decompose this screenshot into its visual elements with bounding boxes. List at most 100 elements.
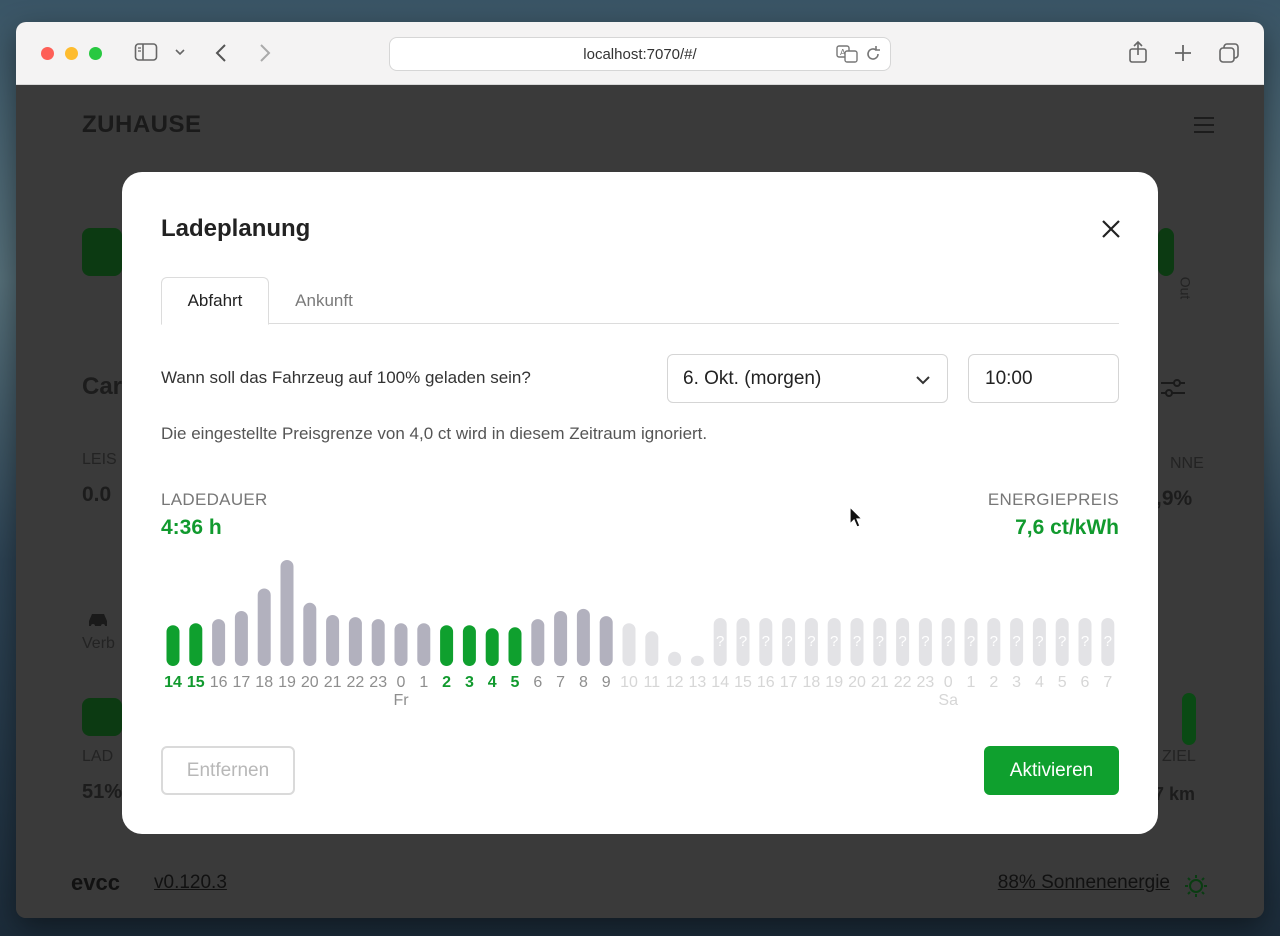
solar-value-fragment: ,9%: [1156, 487, 1193, 510]
sidebar-toggle-icon[interactable]: [134, 42, 158, 62]
forward-arrow-icon[interactable]: [258, 42, 272, 64]
unknown-price-marker: ?: [898, 633, 906, 650]
unknown-price-marker: ?: [739, 633, 747, 650]
chart-hour-label: 3: [465, 674, 474, 691]
zoom-window-button[interactable]: [89, 47, 102, 60]
chart-bar[interactable]: [417, 623, 431, 666]
chart-bar[interactable]: [257, 588, 271, 667]
chart-hour-label: 1: [967, 674, 976, 691]
minimize-window-button[interactable]: [65, 47, 78, 60]
soc-target-handle: [1182, 693, 1196, 745]
hamburger-menu-icon[interactable]: [1194, 117, 1214, 138]
share-icon[interactable]: [1128, 40, 1148, 64]
tab-abfahrt[interactable]: Abfahrt: [161, 277, 269, 325]
chart-bar[interactable]: [440, 625, 454, 666]
chart-bar[interactable]: [690, 655, 704, 666]
close-window-button[interactable]: [41, 47, 54, 60]
url-text: localhost:7070/#/: [583, 45, 697, 63]
chart-hour-label: 4: [1035, 674, 1044, 691]
chart-hour-label: 9: [602, 674, 611, 691]
chart-hour-label: 11: [643, 674, 660, 691]
chart-hour-label: 22: [894, 674, 912, 691]
chart-hour-label: 0: [944, 674, 953, 691]
chart-hour-label: 6: [1081, 674, 1090, 691]
chart-hour-label: 16: [210, 674, 228, 691]
new-tab-icon[interactable]: [1173, 43, 1193, 63]
chart-bar[interactable]: [371, 619, 385, 666]
chart-hour-label: 16: [757, 674, 775, 691]
unknown-price-marker: ?: [830, 633, 838, 650]
soc-value-fragment: 51%: [82, 781, 123, 803]
chart-bar[interactable]: [576, 608, 590, 666]
duration-label: LADEDAUER: [161, 490, 268, 509]
unknown-price-marker: ?: [807, 633, 815, 650]
soc-bar-fragment: [82, 698, 122, 736]
charging-plan-modal: Ladeplanung Abfahrt Ankunft Wann soll da…: [122, 172, 1158, 834]
price-value: 7,6 ct/kWh: [1015, 516, 1119, 539]
tab-ankunft[interactable]: Ankunft: [269, 277, 379, 324]
chart-bar[interactable]: [531, 619, 545, 666]
target-question: Wann soll das Fahrzeug auf 100% geladen …: [161, 368, 531, 387]
chart-bar[interactable]: [166, 625, 180, 666]
chart-bar[interactable]: [280, 560, 294, 666]
chart-bar[interactable]: [668, 651, 682, 666]
chart-bar[interactable]: [189, 623, 203, 666]
mouse-cursor-icon: [849, 505, 865, 535]
reload-icon[interactable]: [864, 44, 882, 68]
browser-toolbar: localhost:7070/#/ A: [16, 22, 1264, 85]
version-link[interactable]: v0.120.3: [154, 872, 227, 894]
date-select[interactable]: 6. Okt. (morgen): [667, 354, 948, 403]
chart-bar[interactable]: [485, 628, 499, 666]
chart-hour-label: 7: [556, 674, 565, 691]
chart-hour-label: 19: [825, 674, 843, 691]
time-input[interactable]: 10:00: [968, 354, 1119, 403]
chart-hour-label: 14: [711, 674, 729, 691]
mode-button-fragment: [82, 228, 122, 276]
chart-bar[interactable]: [212, 619, 226, 666]
chart-bar[interactable]: [394, 623, 408, 666]
chart-day-label: Sa: [938, 692, 958, 709]
chart-hour-label: 19: [278, 674, 296, 691]
unknown-price-marker: ?: [853, 633, 861, 650]
chart-bar[interactable]: [622, 623, 636, 666]
price-plan-chart: 14 15 16 17 18 19 20 21 22 23 0 1 2 3 4 5 6 7 8 9 10 11 12 13?1…: [164, 560, 1115, 709]
chart-bar[interactable]: [234, 611, 248, 666]
chart-hour-label: 17: [780, 674, 798, 691]
tab-overview-icon[interactable]: [1218, 42, 1240, 64]
solar-share-link[interactable]: 88% Sonnenenergie: [998, 872, 1170, 894]
chart-hour-label: 23: [369, 674, 387, 691]
close-icon[interactable]: [1100, 218, 1122, 240]
chart-hour-label: 13: [689, 674, 707, 691]
chart-bar[interactable]: [348, 617, 362, 666]
chart-hour-label: 8: [579, 674, 588, 691]
back-arrow-icon[interactable]: [214, 42, 228, 64]
evcc-logo: evcc: [71, 870, 120, 895]
car-icon: [86, 611, 110, 634]
chart-bar[interactable]: [326, 615, 340, 666]
unknown-price-marker: ?: [876, 633, 884, 650]
chart-bar[interactable]: [303, 602, 317, 666]
chart-bar[interactable]: [462, 625, 476, 666]
chart-hour-label: 21: [324, 674, 342, 691]
activate-button[interactable]: Aktivieren: [984, 746, 1119, 795]
address-bar[interactable]: localhost:7070/#/ A: [389, 37, 891, 71]
chart-hour-label: 15: [187, 674, 205, 691]
chart-bar[interactable]: [599, 616, 613, 666]
unknown-price-marker: ?: [1035, 633, 1043, 650]
chart-bar[interactable]: [554, 611, 568, 666]
chart-hour-label: 0: [397, 674, 406, 691]
chart-hour-label: 5: [1058, 674, 1067, 691]
modal-title: Ladeplanung: [161, 215, 311, 242]
chart-hour-label: 7: [1103, 674, 1112, 691]
chart-bar[interactable]: [508, 627, 522, 666]
power-value-fragment: 0.0: [82, 483, 112, 506]
chart-hour-label: 2: [989, 674, 998, 691]
translate-icon[interactable]: A: [836, 44, 858, 68]
chevron-down-icon[interactable]: [174, 47, 186, 57]
chart-bar[interactable]: [645, 631, 659, 666]
chart-hour-label: 21: [871, 674, 889, 691]
unknown-price-marker: ?: [967, 633, 975, 650]
plan-tabs: Abfahrt Ankunft: [161, 277, 1119, 325]
remove-button[interactable]: Entfernen: [161, 746, 295, 795]
unknown-price-marker: ?: [1058, 633, 1066, 650]
